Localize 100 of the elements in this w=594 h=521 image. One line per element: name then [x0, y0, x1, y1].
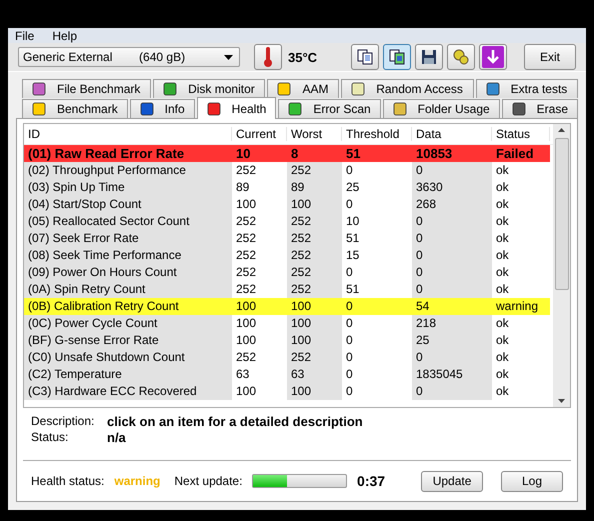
- table-cell: 252: [287, 213, 342, 230]
- table-cell: 0: [412, 162, 492, 179]
- table-cell-text: 252: [235, 264, 258, 281]
- table-cell: (09) Power On Hours Count: [24, 264, 232, 281]
- table-cell-text: 89: [235, 179, 250, 196]
- table-cell-text: ok: [495, 213, 510, 230]
- detail-label: Status:: [31, 430, 70, 446]
- table-cell: 0: [412, 281, 492, 298]
- table-cell: (02) Throughput Performance: [24, 162, 232, 179]
- square-icon: [392, 101, 408, 117]
- table-cell: (07) Seek Error Rate: [24, 230, 232, 247]
- table-cell: 218: [412, 315, 492, 332]
- table-cell-text: 252: [235, 230, 258, 247]
- table-cell: 252: [287, 230, 342, 247]
- table-cell-text: ok: [495, 281, 510, 298]
- copy-button[interactable]: [351, 44, 380, 70]
- table-cell: Failed: [492, 145, 550, 162]
- table-cell: 252: [287, 281, 342, 298]
- column-header[interactable]: Worst: [287, 127, 342, 141]
- table-cell: (05) Reallocated Sector Count: [24, 213, 232, 230]
- temperature-button[interactable]: [254, 44, 282, 70]
- table-cell: 1835045: [412, 366, 492, 383]
- table-cell: 252: [287, 162, 342, 179]
- table-cell-text: ok: [495, 162, 510, 179]
- options-button[interactable]: [447, 44, 476, 70]
- table-cell: 268: [412, 196, 492, 213]
- column-header[interactable]: Current: [232, 127, 287, 141]
- table-cell: (0B) Calibration Retry Count: [24, 298, 232, 315]
- column-header[interactable]: Threshold: [342, 127, 412, 141]
- table-cell-text: 100: [235, 332, 258, 349]
- table-cell-text: ok: [495, 179, 510, 196]
- table-cell: 51: [342, 145, 412, 162]
- table-cell: (03) Spin Up Time: [24, 179, 232, 196]
- column-header[interactable]: Data: [412, 127, 492, 141]
- tab[interactable]: Info: [130, 99, 195, 118]
- menu-item[interactable]: File: [15, 28, 34, 43]
- drive-dropdown[interactable]: Generic External (640 gB): [18, 47, 240, 68]
- table-cell: 0: [412, 247, 492, 264]
- table-cell-text: ok: [495, 366, 510, 383]
- scroll-up-icon[interactable]: [558, 128, 565, 132]
- scroll-down-icon[interactable]: [558, 399, 565, 403]
- tab[interactable]: Health: [196, 97, 276, 119]
- update-button[interactable]: Update: [421, 470, 484, 492]
- tab[interactable]: Error Scan: [278, 99, 381, 118]
- table-cell-text: 51: [345, 281, 360, 298]
- scrollbar[interactable]: [553, 124, 570, 407]
- column-header[interactable]: Status: [492, 127, 550, 141]
- table-cell-text: 0: [345, 162, 354, 179]
- table-cell: 252: [287, 247, 342, 264]
- table-cell-text: 51: [345, 230, 360, 247]
- table-cell: 100: [232, 298, 287, 315]
- tab[interactable]: Random Access: [341, 79, 474, 98]
- tab[interactable]: Benchmark: [22, 99, 128, 118]
- square-icon: [350, 81, 366, 97]
- detail-value: n/a: [107, 430, 126, 446]
- table-cell-text: ok: [495, 230, 510, 247]
- table-cell-text: ok: [495, 196, 510, 213]
- table-cell: (BF) G-sense Error Rate: [24, 332, 232, 349]
- table-cell: 0: [412, 230, 492, 247]
- temperature-reading: 35°C: [288, 50, 318, 65]
- table-cell: 63: [287, 366, 342, 383]
- table-cell-text: 10: [345, 213, 360, 230]
- tab[interactable]: Disk monitor: [153, 79, 266, 98]
- table-cell: 0: [412, 264, 492, 281]
- tab[interactable]: Erase: [502, 99, 578, 118]
- tab[interactable]: Extra tests: [476, 79, 578, 98]
- table-cell-text: 100: [235, 315, 258, 332]
- table-cell: (08) Seek Time Performance: [24, 247, 232, 264]
- health-status-value: warning: [114, 474, 160, 488]
- exit-button[interactable]: Exit: [524, 44, 576, 70]
- tab[interactable]: Folder Usage: [382, 99, 500, 118]
- table-cell-text: 0: [345, 196, 354, 213]
- screenshot-button[interactable]: [383, 44, 412, 70]
- table-cell-text: 0: [345, 383, 354, 400]
- column-header[interactable]: ID: [24, 127, 232, 141]
- square-icon: [287, 101, 304, 117]
- table-cell: warning: [492, 298, 550, 315]
- menu-item[interactable]: Help: [52, 28, 78, 43]
- table-cell: (01) Raw Read Error Rate: [24, 145, 232, 162]
- scroll-thumb[interactable]: [554, 138, 568, 290]
- log-button[interactable]: Log: [501, 470, 563, 492]
- table-cell-text: 100: [235, 383, 258, 400]
- table-cell: 100: [287, 315, 342, 332]
- square-icon: [510, 101, 527, 117]
- tab[interactable]: File Benchmark: [22, 79, 152, 98]
- square-icon: [138, 101, 155, 117]
- table-cell-text: 63: [235, 366, 250, 383]
- table-cell: 252: [287, 349, 342, 366]
- table-cell: 10853: [412, 145, 492, 162]
- square-icon: [484, 81, 501, 97]
- table-cell: 10: [232, 145, 287, 162]
- coins-icon: [452, 48, 470, 66]
- download-button[interactable]: [479, 44, 508, 70]
- table-cell: 54: [412, 298, 492, 315]
- table-cell: 100: [287, 298, 342, 315]
- table-cell: (C0) Unsafe Shutdown Count: [24, 349, 232, 366]
- table-cell-text: 252: [235, 247, 258, 264]
- table-cell: 0: [412, 213, 492, 230]
- tab[interactable]: AAM: [267, 79, 340, 98]
- save-button[interactable]: [415, 44, 444, 70]
